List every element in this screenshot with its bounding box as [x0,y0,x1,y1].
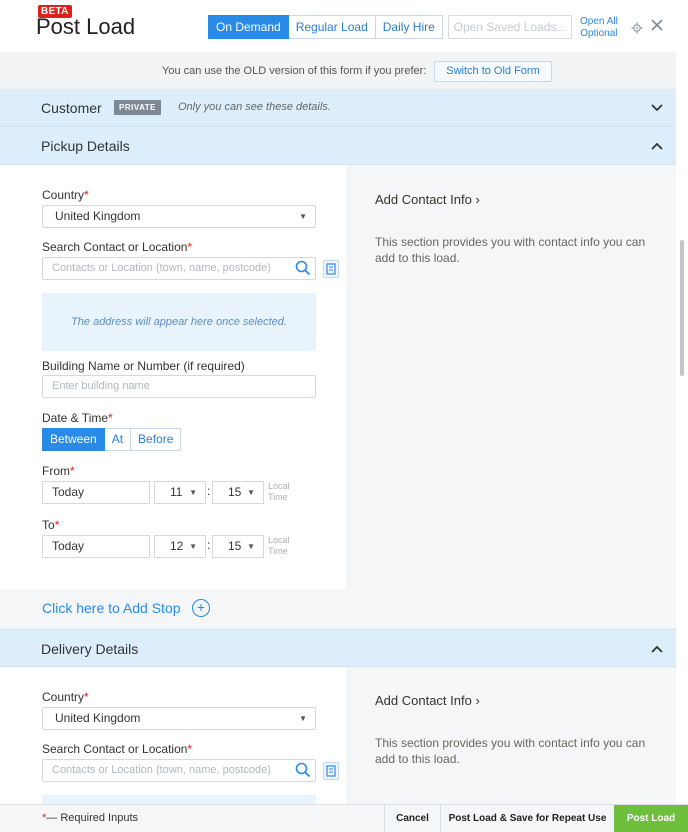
delivery-country-label: Country* [42,690,89,704]
chevron-up-icon[interactable] [650,642,664,656]
tab-on-demand[interactable]: On Demand [208,15,289,39]
chevron-down-icon[interactable] [650,101,664,115]
time-separator: : [207,538,211,552]
to-hour-select[interactable]: 12 ▼ [154,535,206,558]
to-label: To* [42,518,60,532]
form-header: BETA Post Load On Demand Regular Load Da… [0,0,688,52]
pickup-search-label: Search Contact or Location* [42,240,193,254]
post-and-save-button[interactable]: Post Load & Save for Repeat Use [440,805,614,832]
local-time-line2: Time [268,492,288,502]
address-book-icon[interactable] [323,260,339,278]
address-book-icon[interactable] [323,762,339,780]
delivery-country-value: United Kingdom [55,711,141,725]
building-label: Building Name or Number (if required) [42,359,245,373]
pickup-country-value: United Kingdom [55,209,141,223]
pickup-search-input[interactable]: Contacts or Location (town, name, postco… [42,257,316,280]
local-time-note: Local Time [268,481,290,503]
delivery-add-contact-link[interactable]: Add Contact Info › [375,693,480,708]
private-badge: PRIVATE [114,100,161,115]
delivery-address-preview [42,795,316,804]
search-icon[interactable] [295,762,311,778]
private-note: Only you can see these details. [178,101,331,113]
tab-regular-load[interactable]: Regular Load [288,15,376,39]
local-time-line1: Local [268,535,290,545]
delivery-form: Country* United Kingdom ▼ Search Contact… [0,667,346,804]
plus-circle-icon[interactable]: + [192,599,210,617]
caret-down-icon: ▼ [299,714,307,723]
delivery-country-select[interactable]: United Kingdom ▼ [42,707,316,730]
banner-text: You can use the OLD version of this form… [162,65,427,77]
to-hour-value: 12 [170,539,184,553]
pickup-add-contact-link[interactable]: Add Contact Info › [375,192,480,207]
to-minute-select[interactable]: 15 ▼ [212,535,264,558]
datetime-mode-toggle: Between At Before [42,428,182,451]
gear-icon[interactable] [631,22,643,34]
from-date-input[interactable]: Today [42,481,150,504]
pickup-country-label: Country* [42,188,89,202]
pickup-search-placeholder: Contacts or Location (town, name, postco… [52,262,271,274]
caret-down-icon: ▼ [247,542,255,551]
caret-down-icon: ▼ [189,488,197,497]
pickup-contact-panel [346,165,676,589]
customer-section-header[interactable]: Customer PRIVATE Only you can see these … [0,90,676,127]
customer-title: Customer [41,100,102,116]
post-load-button[interactable]: Post Load [614,805,688,832]
pickup-form: Country* United Kingdom ▼ Search Contact… [0,165,346,589]
delivery-contact-note: This section provides you with contact i… [375,736,646,766]
to-date-input[interactable]: Today [42,535,150,558]
add-stop-link[interactable]: Click here to Add Stop [42,600,181,616]
local-time-line1: Local [268,481,290,491]
delivery-section-header[interactable]: Delivery Details [0,629,676,667]
open-saved-loads-select[interactable]: Open Saved Loads... [448,15,572,39]
form-footer: *— Required Inputs Cancel Post Load & Sa… [0,804,688,832]
close-icon[interactable] [650,18,664,32]
caret-down-icon: ▼ [299,212,307,221]
from-hour-value: 11 [170,485,183,499]
address-preview: The address will appear here once select… [42,293,316,351]
caret-down-icon: ▼ [189,542,197,551]
datetime-at-button[interactable]: At [104,428,132,451]
open-all-optional-link[interactable]: Open All Optional [580,16,618,40]
datetime-label: Date & Time* [42,411,113,425]
add-stop-row: Click here to Add Stop + [0,589,676,629]
from-label: From* [42,464,75,478]
time-separator: : [207,484,211,498]
optional-label: Optional [580,28,618,39]
pickup-title: Pickup Details [41,138,130,154]
chevron-up-icon[interactable] [650,139,664,153]
vertical-scrollbar[interactable] [680,240,684,376]
local-time-note: Local Time [268,535,290,557]
local-time-line2: Time [268,546,288,556]
caret-down-icon: ▼ [247,488,255,497]
pickup-country-select[interactable]: United Kingdom ▼ [42,205,316,228]
delivery-search-input[interactable]: Contacts or Location (town, name, postco… [42,759,316,782]
datetime-before-button[interactable]: Before [131,428,182,451]
page-title: Post Load [36,14,136,39]
from-minute-value: 15 [228,485,242,499]
load-type-toggle: On Demand Regular Load Daily Hire [208,15,443,39]
building-placeholder: Enter building name [52,380,150,392]
search-icon[interactable] [295,260,311,276]
building-input[interactable]: Enter building name [42,375,316,398]
delivery-search-placeholder: Contacts or Location (town, name, postco… [52,764,271,776]
chevron-right-icon: › [475,192,480,207]
tab-daily-hire[interactable]: Daily Hire [375,15,443,39]
delivery-title: Delivery Details [41,641,139,657]
from-hour-select[interactable]: 11 ▼ [154,481,206,504]
pickup-section-header[interactable]: Pickup Details [0,127,676,165]
form-body[interactable]: Customer PRIVATE Only you can see these … [0,90,676,804]
required-inputs-note: *— Required Inputs [42,812,138,824]
delivery-search-label: Search Contact or Location* [42,742,193,756]
cancel-button[interactable]: Cancel [384,805,440,832]
open-all-label: Open All [580,16,618,27]
switch-to-old-form-button[interactable]: Switch to Old Form [434,61,552,82]
chevron-right-icon: › [475,693,480,708]
from-minute-select[interactable]: 15 ▼ [212,481,264,504]
old-version-banner: You can use the OLD version of this form… [0,52,676,90]
to-minute-value: 15 [228,539,242,553]
pickup-contact-note: This section provides you with contact i… [375,235,646,265]
datetime-between-button[interactable]: Between [42,428,105,451]
